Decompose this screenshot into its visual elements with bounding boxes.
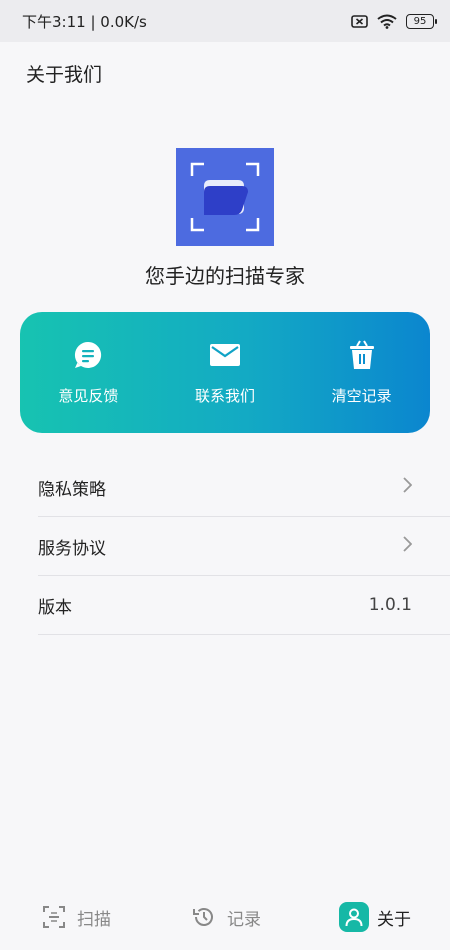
tab-scan-label: 扫描 bbox=[77, 909, 111, 930]
privacy-policy-row[interactable]: 隐私策略 bbox=[38, 458, 450, 517]
network-speed: 0.0K/s bbox=[100, 12, 147, 31]
battery-icon: 95 bbox=[406, 13, 437, 29]
tab-history[interactable]: 记录 bbox=[189, 902, 261, 932]
app-logo bbox=[176, 148, 274, 246]
version-row: 版本 1.0.1 bbox=[38, 576, 450, 635]
clear-records-label: 清空记录 bbox=[331, 387, 392, 405]
tab-scan[interactable]: 扫描 bbox=[39, 902, 111, 932]
feedback-label: 意见反馈 bbox=[58, 387, 119, 405]
action-card: 意见反馈 联系我们 清空记录 bbox=[20, 312, 430, 433]
feedback-button[interactable]: 意见反馈 bbox=[23, 339, 153, 406]
chevron-right-icon bbox=[402, 535, 413, 557]
status-time: 下午3:11 bbox=[22, 12, 86, 31]
status-bar: 下午3:11 | 0.0K/s 95 bbox=[0, 0, 450, 42]
contact-us-button[interactable]: 联系我们 bbox=[160, 339, 290, 406]
app-tagline: 您手边的扫描专家 bbox=[145, 264, 305, 288]
mail-icon bbox=[209, 339, 241, 371]
status-divider: | bbox=[90, 12, 101, 31]
person-icon bbox=[339, 902, 369, 932]
tab-about-label: 关于 bbox=[377, 909, 411, 930]
contact-us-label: 联系我们 bbox=[194, 387, 255, 405]
feedback-chat-icon bbox=[73, 339, 103, 371]
version-value: 1.0.1 bbox=[368, 595, 412, 615]
bottom-tab-bar: 扫描 记录 关于 bbox=[0, 884, 450, 950]
sim-off-icon bbox=[351, 14, 368, 28]
clear-records-button[interactable]: 清空记录 bbox=[297, 339, 427, 406]
history-icon bbox=[189, 902, 219, 932]
scan-icon bbox=[39, 902, 69, 932]
status-icons: 95 bbox=[351, 13, 437, 29]
version-label: 版本 bbox=[38, 597, 72, 618]
page-title: 关于我们 bbox=[26, 64, 103, 86]
battery-level: 95 bbox=[413, 15, 427, 27]
trash-icon bbox=[349, 339, 375, 371]
status-left: 下午3:11 | 0.0K/s bbox=[22, 11, 147, 32]
wifi-icon bbox=[377, 14, 397, 29]
privacy-policy-label: 隐私策略 bbox=[38, 479, 106, 500]
service-agreement-label: 服务协议 bbox=[38, 538, 106, 559]
chevron-right-icon bbox=[402, 476, 413, 498]
service-agreement-row[interactable]: 服务协议 bbox=[38, 517, 450, 576]
tab-history-label: 记录 bbox=[227, 909, 261, 930]
tab-about[interactable]: 关于 bbox=[339, 902, 411, 932]
settings-list: 隐私策略 服务协议 版本 1.0.1 bbox=[38, 458, 450, 635]
